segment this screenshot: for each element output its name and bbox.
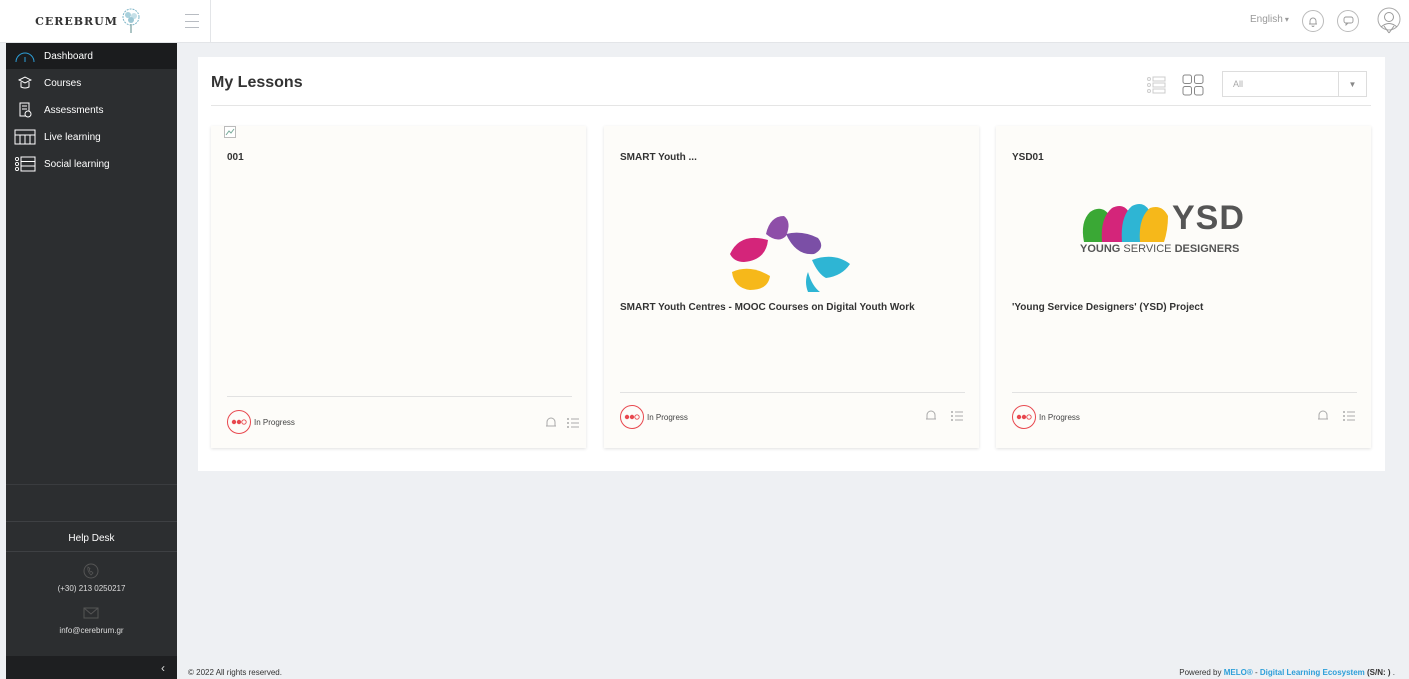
messages-button[interactable] (1337, 10, 1359, 32)
sidebar-item-courses[interactable]: Courses (6, 70, 177, 96)
smart-youth-logo (730, 216, 850, 292)
help-desk-title: Help Desk (68, 533, 115, 544)
list-icon[interactable] (1342, 409, 1356, 423)
status-text: In Progress (647, 412, 688, 422)
list-icon[interactable] (566, 416, 580, 430)
powered-suffix: . (1390, 668, 1395, 677)
powered-separator: - (1252, 668, 1260, 677)
notifications-button[interactable] (1302, 10, 1324, 32)
broken-image-icon (224, 126, 236, 138)
status-badge: In Progress (227, 410, 295, 434)
tree-logo-icon (122, 8, 140, 33)
logo[interactable]: Cerebrum (0, 0, 177, 43)
language-selector[interactable]: English ▾ (1250, 14, 1289, 25)
ysd-tagline: YOUNG SERVICE DESIGNERS (1080, 242, 1280, 256)
lesson-card[interactable]: SMART Youth ... SMART Youth Centres - MO… (604, 126, 979, 448)
graduation-cap-icon (14, 74, 36, 92)
card-divider (227, 396, 572, 397)
sidebar-item-label: Dashboard (44, 50, 93, 62)
sidebar: Dashboard Courses Assessments Live learn… (6, 43, 177, 679)
clipboard-check-icon (14, 101, 36, 119)
sidebar-item-assessments[interactable]: Assessments (6, 97, 177, 123)
dashboard-gauge-icon (14, 47, 36, 65)
sidebar-item-label: Live learning (44, 131, 101, 143)
sidebar-divider (6, 521, 177, 522)
progress-dots-icon (620, 405, 644, 429)
panel-divider (211, 105, 1371, 106)
top-bar: Cerebrum English ▾ (0, 0, 1409, 43)
lesson-code: SMART Youth ... (620, 152, 697, 163)
sidebar-item-social-learning[interactable]: Social learning (6, 151, 177, 177)
chevron-left-icon[interactable]: ‹ (161, 661, 165, 675)
sidebar-item-label: Social learning (44, 158, 110, 170)
classroom-icon (14, 128, 36, 146)
progress-dots-icon (227, 410, 251, 434)
ysd-tagline-mid: SERVICE (1120, 243, 1175, 255)
chat-icon (1343, 16, 1353, 26)
people-list-icon (14, 155, 36, 173)
logo-text: Cerebrum (35, 15, 118, 28)
status-text: In Progress (1039, 412, 1080, 422)
list-view-icon[interactable] (1146, 76, 1166, 94)
ysd-logo-text: YSD (1172, 199, 1245, 237)
filter-select[interactable]: All ▼ (1222, 71, 1367, 97)
bell-icon[interactable] (544, 416, 558, 430)
lessons-panel: My Lessons All ▼ 001 In Progress SMART Y… (198, 57, 1385, 471)
lesson-title: 'Young Service Designers' (YSD) Project (1012, 302, 1204, 313)
lesson-title: SMART Youth Centres - MOOC Courses on Di… (620, 302, 915, 313)
powered-by: Powered by MELO® - Digital Learning Ecos… (1179, 668, 1395, 677)
sidebar-item-live-learning[interactable]: Live learning (6, 124, 177, 150)
menu-toggle-button[interactable] (185, 14, 199, 28)
email-address[interactable]: info@cerebrum.gr (6, 626, 177, 635)
copyright-text: © 2022 All rights reserved. (188, 668, 282, 677)
ecosystem-link[interactable]: Digital Learning Ecosystem (1260, 668, 1365, 677)
email-icon (83, 607, 99, 619)
ysd-tagline-bold: YOUNG (1080, 243, 1121, 255)
phone-number[interactable]: (+30) 213 0250217 (6, 584, 177, 593)
filter-value: All (1233, 79, 1244, 89)
bell-icon[interactable] (924, 409, 938, 423)
sidebar-item-label: Assessments (44, 104, 104, 116)
ysd-tagline-bold2: DESIGNERS (1174, 243, 1240, 255)
lesson-code: YSD01 (1012, 152, 1044, 163)
status-badge: In Progress (620, 405, 688, 429)
bell-icon (1309, 17, 1317, 27)
ysd-logo: YSD YOUNG SERVICE DESIGNERS (1080, 198, 1280, 260)
top-divider (210, 0, 211, 43)
card-divider (620, 392, 965, 393)
grid-view-icon[interactable] (1182, 74, 1204, 96)
sidebar-item-dashboard[interactable]: Dashboard (6, 43, 177, 69)
page-title: My Lessons (211, 74, 303, 91)
triangle-down-icon: ▼ (1338, 72, 1366, 96)
sidebar-footer: ‹ (6, 656, 177, 679)
user-avatar-icon[interactable] (1375, 6, 1403, 36)
phone-icon (83, 563, 99, 579)
list-icon[interactable] (950, 409, 964, 423)
lesson-card[interactable]: 001 In Progress (211, 126, 586, 448)
bell-icon[interactable] (1316, 409, 1330, 423)
sidebar-item-label: Courses (44, 77, 82, 89)
status-text: In Progress (254, 417, 295, 427)
sidebar-divider (6, 551, 177, 552)
status-badge: In Progress (1012, 405, 1080, 429)
serial-number: (S/N: ) (1364, 668, 1391, 677)
lesson-card[interactable]: YSD01 YSD YOUNG SERVICE DESIGNERS 'Young… (996, 126, 1371, 448)
language-label: English (1250, 14, 1283, 25)
lesson-code: 001 (227, 152, 244, 163)
progress-dots-icon (1012, 405, 1036, 429)
powered-prefix: Powered by (1179, 668, 1224, 677)
melo-link[interactable]: MELO® (1224, 668, 1253, 677)
ysd-heads-graphic (1082, 204, 1168, 242)
caret-down-icon: ▾ (1284, 15, 1289, 24)
card-divider (1012, 392, 1357, 393)
